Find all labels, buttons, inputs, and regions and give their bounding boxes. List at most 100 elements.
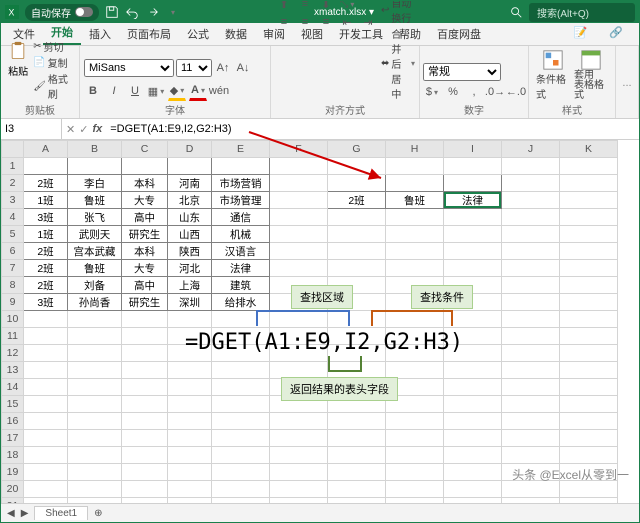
cell[interactable] <box>68 311 122 328</box>
indent-r-icon[interactable]: ⇥ <box>359 13 377 31</box>
cell[interactable]: 高中 <box>122 277 168 294</box>
increase-font-icon[interactable]: A↑ <box>214 59 232 77</box>
fill-color-icon[interactable]: ◆ <box>168 81 186 101</box>
cell[interactable] <box>502 311 560 328</box>
align-left-icon[interactable]: ≡ <box>275 13 293 31</box>
cell[interactable] <box>270 362 328 379</box>
cell[interactable]: 2班 <box>24 260 68 277</box>
cell[interactable] <box>270 447 328 464</box>
conditional-format-button[interactable]: 条件格式 <box>536 49 570 101</box>
cell[interactable] <box>502 481 560 498</box>
cell[interactable] <box>386 158 444 175</box>
cell[interactable]: 2班 <box>24 175 68 192</box>
cell[interactable] <box>212 430 270 447</box>
cell[interactable] <box>560 362 618 379</box>
cell[interactable] <box>444 209 502 226</box>
tab-formula[interactable]: 公式 <box>179 23 217 45</box>
fx-icon[interactable]: fx <box>92 123 102 136</box>
cell[interactable] <box>212 447 270 464</box>
row-header[interactable]: 20 <box>2 481 24 498</box>
cell[interactable] <box>444 226 502 243</box>
cell[interactable] <box>122 328 168 345</box>
cell[interactable] <box>502 328 560 345</box>
table-format-button[interactable]: 套用 表格格式 <box>574 49 608 101</box>
tab-data[interactable]: 数据 <box>217 23 255 45</box>
row-header[interactable]: 7 <box>2 260 24 277</box>
cell[interactable] <box>502 379 560 396</box>
cell[interactable]: 专业 <box>444 175 502 192</box>
save-icon[interactable] <box>105 5 119 19</box>
cell[interactable] <box>560 447 618 464</box>
cell[interactable] <box>386 413 444 430</box>
row-header[interactable]: 1 <box>2 158 24 175</box>
cell[interactable] <box>168 362 212 379</box>
cell[interactable] <box>386 209 444 226</box>
cell[interactable] <box>24 396 68 413</box>
cell[interactable] <box>502 226 560 243</box>
cell[interactable] <box>502 413 560 430</box>
inc-dec-icon[interactable]: .0→ <box>486 83 504 101</box>
cell[interactable] <box>502 175 560 192</box>
cell[interactable] <box>24 430 68 447</box>
cell[interactable]: 鲁班 <box>68 192 122 209</box>
indent-l-icon[interactable]: ⇤ <box>338 13 356 31</box>
cell[interactable] <box>122 464 168 481</box>
cell[interactable]: 给排水 <box>212 294 270 311</box>
cell-selected[interactable]: 法律 <box>444 192 502 209</box>
font-name-select[interactable]: MiSans <box>84 59 174 77</box>
cell[interactable]: 1班 <box>24 192 68 209</box>
row-header[interactable]: 9 <box>2 294 24 311</box>
row-header[interactable]: 10 <box>2 311 24 328</box>
cell[interactable]: 张飞 <box>68 209 122 226</box>
cell[interactable] <box>444 362 502 379</box>
cell[interactable]: 班级 <box>24 158 68 175</box>
row-header[interactable]: 2 <box>2 175 24 192</box>
cell[interactable]: 汉语言 <box>212 243 270 260</box>
cell[interactable]: 2班 <box>24 277 68 294</box>
cell[interactable] <box>270 226 328 243</box>
row-header[interactable]: 13 <box>2 362 24 379</box>
cell[interactable] <box>560 277 618 294</box>
border-icon[interactable]: ▦ <box>147 82 165 100</box>
redo-icon[interactable] <box>145 5 159 19</box>
cell[interactable]: 李白 <box>68 175 122 192</box>
cell[interactable] <box>502 447 560 464</box>
cell[interactable] <box>444 413 502 430</box>
cell[interactable] <box>386 243 444 260</box>
tab-nav-prev-icon[interactable]: ◀ <box>7 508 15 519</box>
row-header[interactable]: 17 <box>2 430 24 447</box>
cell[interactable] <box>212 481 270 498</box>
row-header[interactable]: 6 <box>2 243 24 260</box>
cell[interactable] <box>168 413 212 430</box>
cell[interactable] <box>168 379 212 396</box>
font-color-icon[interactable]: A <box>189 81 207 101</box>
row-header[interactable]: 11 <box>2 328 24 345</box>
col-header[interactable]: I <box>444 141 502 158</box>
cell[interactable]: 鲁班 <box>68 260 122 277</box>
cell[interactable]: 河北 <box>168 260 212 277</box>
cell[interactable]: 大专 <box>122 192 168 209</box>
row-header[interactable]: 5 <box>2 226 24 243</box>
row-header[interactable]: 15 <box>2 396 24 413</box>
col-header[interactable]: K <box>560 141 618 158</box>
cell[interactable] <box>68 396 122 413</box>
autosave-toggle[interactable]: 自动保存 <box>25 4 99 21</box>
cell[interactable] <box>560 345 618 362</box>
dec-dec-icon[interactable]: ←.0 <box>507 83 525 101</box>
col-header[interactable]: F <box>270 141 328 158</box>
cell[interactable] <box>560 311 618 328</box>
cell[interactable] <box>270 464 328 481</box>
cell[interactable] <box>270 192 328 209</box>
cell[interactable]: 宫本武藏 <box>68 243 122 260</box>
share-icon[interactable]: 🔗 <box>601 23 631 42</box>
cell[interactable] <box>24 379 68 396</box>
cell[interactable] <box>444 260 502 277</box>
cell[interactable] <box>444 481 502 498</box>
cell[interactable] <box>560 430 618 447</box>
sheet-tab[interactable]: Sheet1 <box>34 506 88 520</box>
cell[interactable] <box>168 464 212 481</box>
cell[interactable] <box>122 447 168 464</box>
cell[interactable] <box>502 430 560 447</box>
qat-dropdown[interactable] <box>165 5 179 19</box>
cell[interactable] <box>328 447 386 464</box>
